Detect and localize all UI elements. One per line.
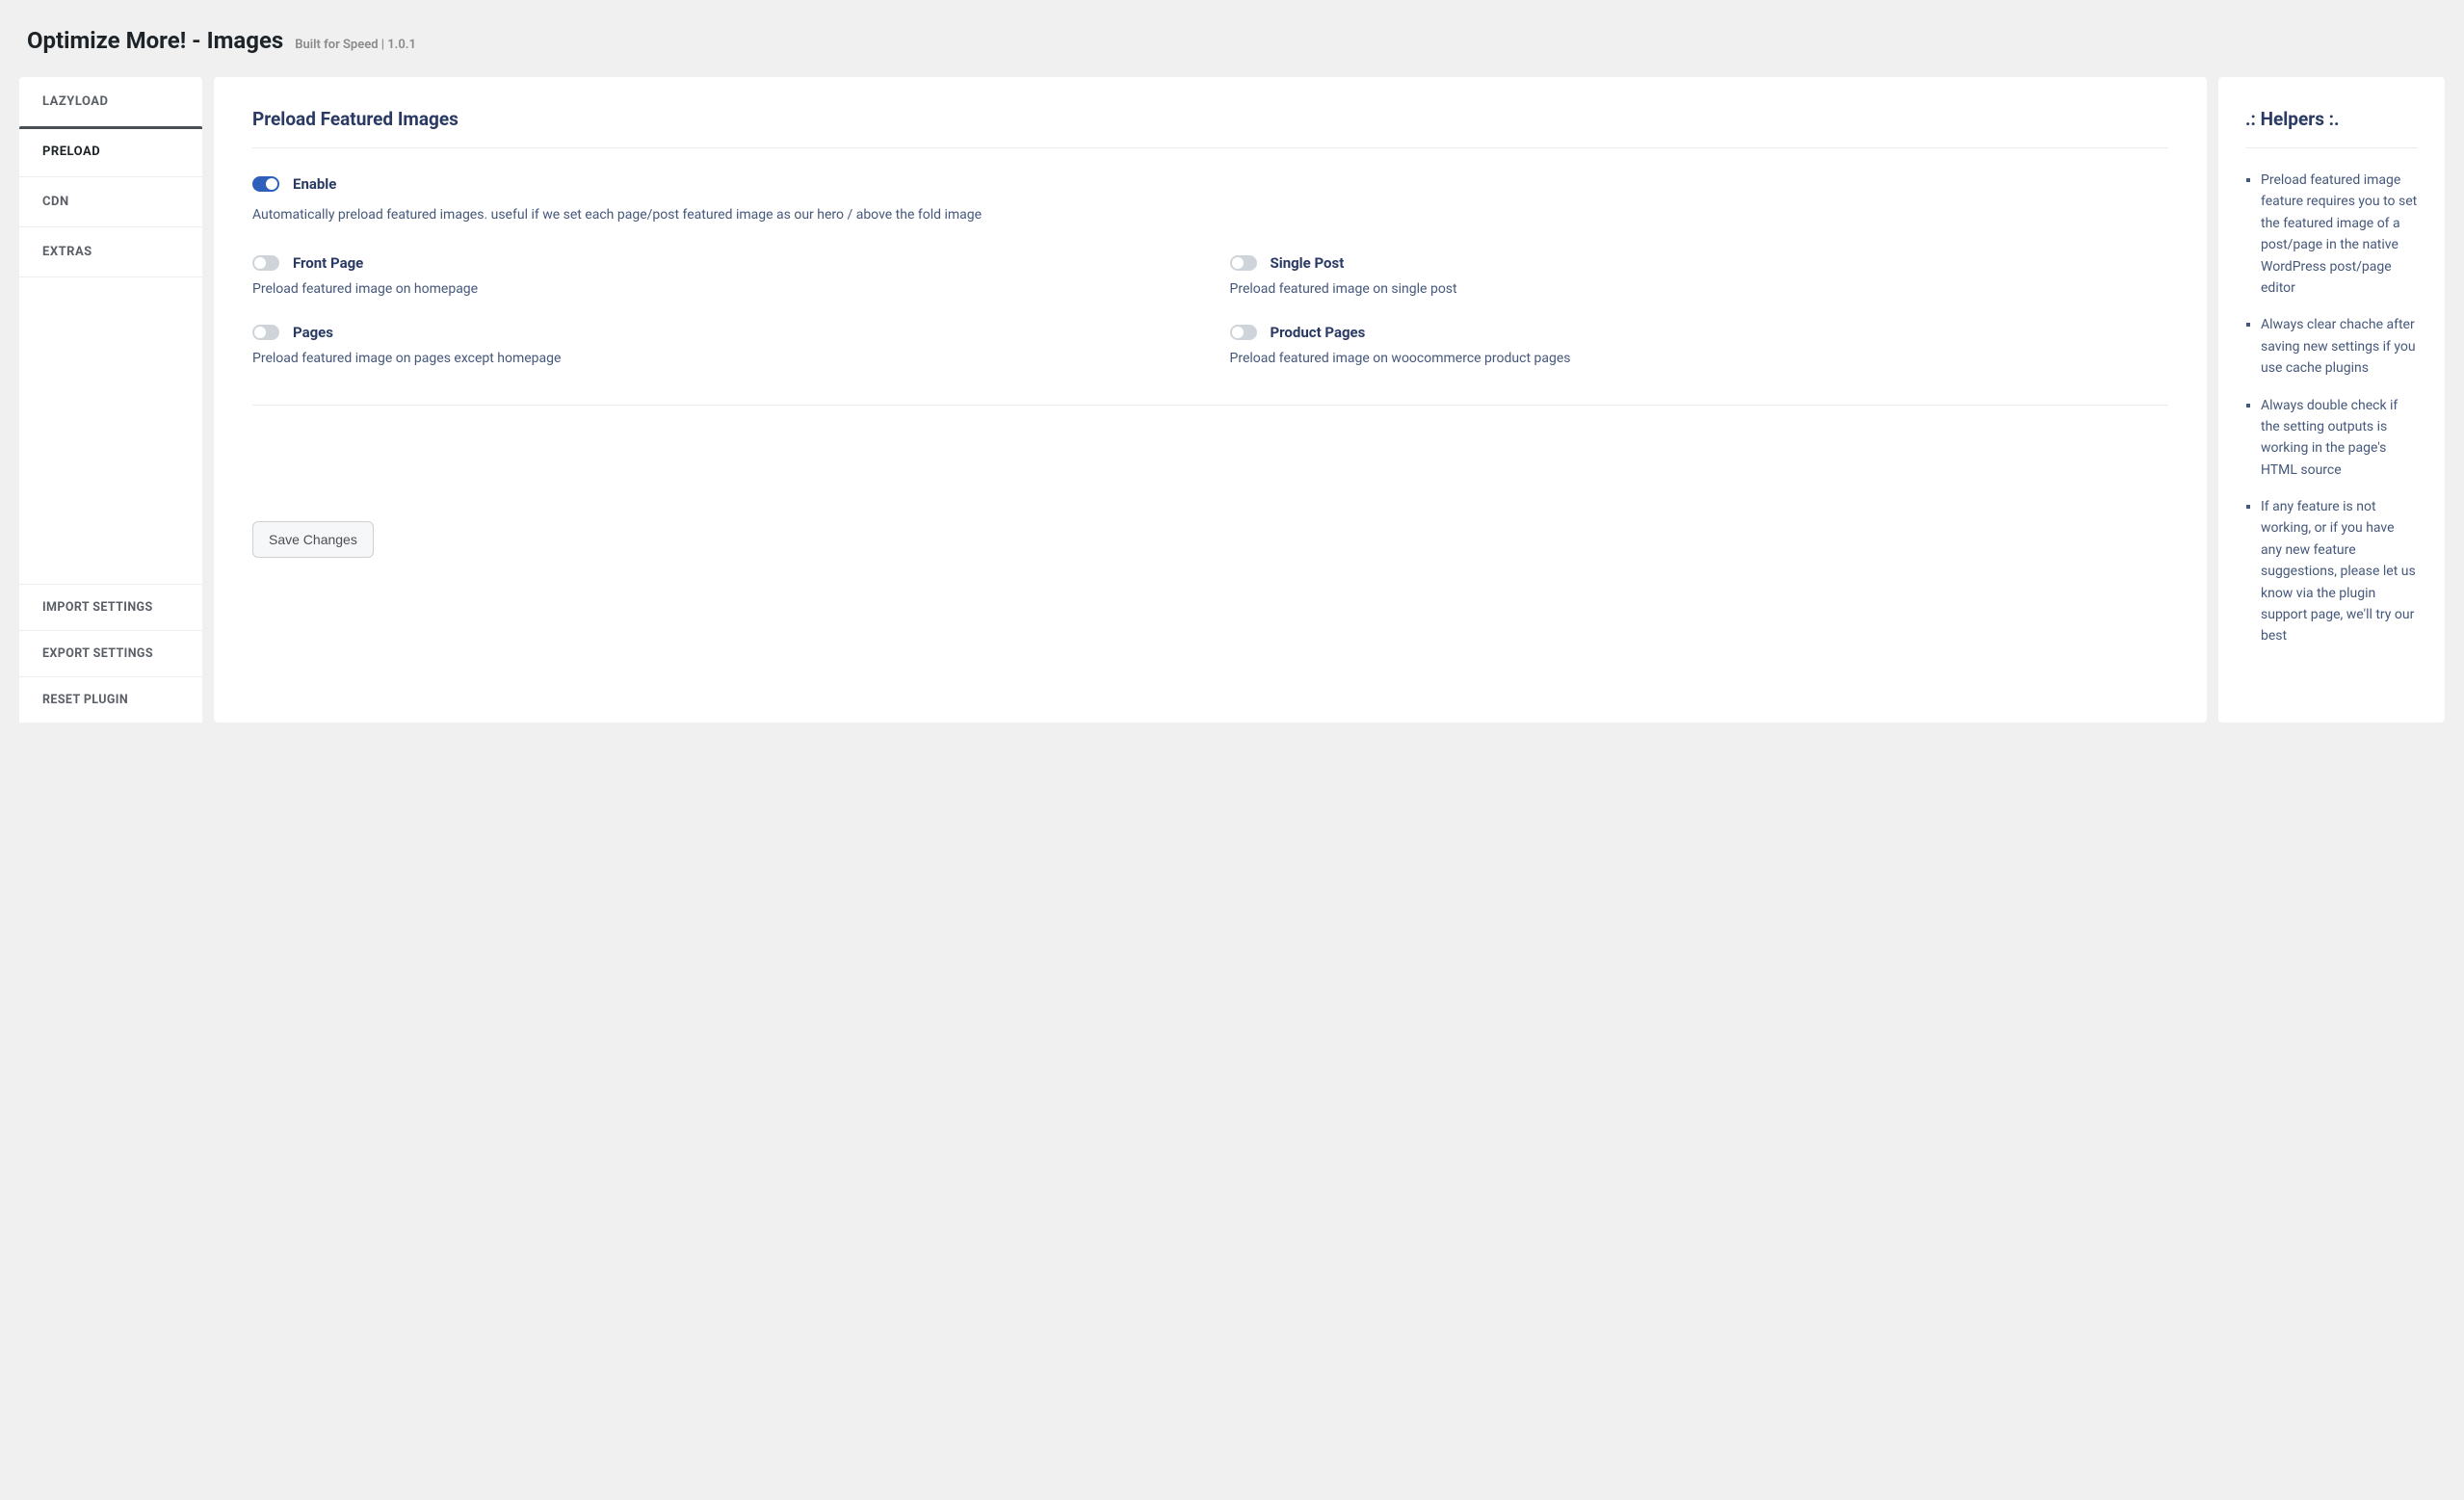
enable-row: Enable: [252, 175, 2168, 193]
enable-toggle[interactable]: [252, 176, 279, 192]
helper-item: If any feature is not working, or if you…: [2261, 496, 2418, 647]
front-page-desc: Preload featured image on homepage: [252, 281, 1192, 297]
single-post-label: Single Post: [1271, 254, 1345, 272]
tab-cdn[interactable]: CDN: [19, 177, 202, 227]
helpers-panel: .: Helpers :. Preload featured image fea…: [2218, 77, 2445, 723]
page-header: Optimize More! - Images Built for Speed …: [19, 0, 2445, 77]
section-title: Preload Featured Images: [252, 108, 2168, 148]
product-pages-label: Product Pages: [1271, 324, 1366, 341]
helper-item: Preload featured image feature requires …: [2261, 170, 2418, 299]
option-product-pages: Product Pages Preload featured image on …: [1230, 324, 2169, 366]
import-settings-button[interactable]: IMPORT SETTINGS: [19, 585, 202, 631]
tab-extras[interactable]: EXTRAS: [19, 227, 202, 277]
pages-desc: Preload featured image on pages except h…: [252, 351, 1192, 366]
reset-plugin-button[interactable]: RESET PLUGIN: [19, 677, 202, 723]
option-single-post: Single Post Preload featured image on si…: [1230, 254, 2169, 297]
divider: [252, 405, 2168, 406]
front-page-label: Front Page: [293, 254, 363, 272]
single-post-desc: Preload featured image on single post: [1230, 281, 2169, 297]
options-grid: Front Page Preload featured image on hom…: [252, 254, 2168, 366]
option-pages: Pages Preload featured image on pages ex…: [252, 324, 1192, 366]
export-settings-button[interactable]: EXPORT SETTINGS: [19, 631, 202, 677]
page-title: Optimize More! - Images: [27, 27, 283, 54]
sidebar-actions: IMPORT SETTINGS EXPORT SETTINGS RESET PL…: [19, 584, 202, 723]
sidebar-tabs: LAZYLOAD PRELOAD CDN EXTRAS: [19, 77, 202, 584]
helpers-list: Preload featured image feature requires …: [2245, 170, 2418, 647]
product-pages-toggle[interactable]: [1230, 325, 1257, 340]
front-page-toggle[interactable]: [252, 255, 279, 271]
settings-panel: Preload Featured Images Enable Automatic…: [214, 77, 2207, 723]
pages-toggle[interactable]: [252, 325, 279, 340]
tab-preload[interactable]: PRELOAD: [19, 127, 202, 177]
product-pages-desc: Preload featured image on woocommerce pr…: [1230, 351, 2169, 366]
helpers-title: .: Helpers :.: [2245, 108, 2418, 148]
save-button[interactable]: Save Changes: [252, 521, 374, 558]
single-post-toggle[interactable]: [1230, 255, 1257, 271]
settings-sidebar: LAZYLOAD PRELOAD CDN EXTRAS IMPORT SETTI…: [19, 77, 202, 723]
page-subtitle: Built for Speed | 1.0.1: [295, 38, 416, 52]
helper-item: Always clear chache after saving new set…: [2261, 314, 2418, 379]
enable-description: Automatically preload featured images. u…: [252, 204, 2168, 225]
enable-label: Enable: [293, 175, 336, 193]
helper-item: Always double check if the setting outpu…: [2261, 395, 2418, 482]
option-front-page: Front Page Preload featured image on hom…: [252, 254, 1192, 297]
pages-label: Pages: [293, 324, 333, 341]
tab-lazyload[interactable]: LAZYLOAD: [19, 77, 202, 127]
